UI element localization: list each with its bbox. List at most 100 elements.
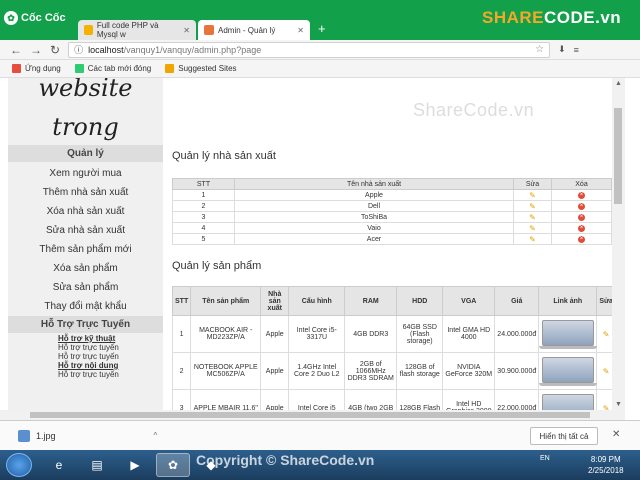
chevron-up-icon[interactable]: ^ <box>154 431 158 440</box>
support-link-online[interactable]: Hỗ trợ trực tuyến <box>58 344 119 352</box>
tab-favicon-icon <box>84 25 93 35</box>
col-header: HDD <box>396 286 444 316</box>
col-header: Nhà sản xuất <box>260 286 290 316</box>
bookmark-label: Các tab mới đóng <box>87 64 152 73</box>
reload-icon[interactable]: ↻ <box>50 43 60 57</box>
edit-pencil-icon[interactable]: ✎ <box>529 235 536 244</box>
apps-grid-icon <box>12 64 21 73</box>
bookmark-suggested[interactable]: Suggested Sites <box>165 64 237 73</box>
table-row: 3 ToShiBa ✎ × <box>172 211 612 223</box>
sidebar-link-delete-product[interactable]: Xóa sản phẩm <box>8 263 163 274</box>
table-row: 4 Vaio ✎ × <box>172 222 612 234</box>
edit-pencil-icon[interactable]: ✎ <box>529 191 536 200</box>
support-link-online[interactable]: Hỗ trợ trực tuyến <box>58 353 119 361</box>
edit-pencil-icon[interactable]: ✎ <box>529 213 536 222</box>
sidebar-link-edit-maker[interactable]: Sửa nhà sản xuất <box>8 225 163 236</box>
sidebar-link-add-product[interactable]: Thêm sản phẩm mới <box>8 244 163 255</box>
browser-brand[interactable]: ✿ Cốc Cốc <box>4 8 74 28</box>
tray-language[interactable]: EN <box>540 455 550 462</box>
col-header: Sửa <box>596 286 612 316</box>
edit-pencil-icon[interactable]: ✎ <box>529 224 536 233</box>
sidebar-header-manage: Quản lý <box>8 145 163 162</box>
cell-maker: Apple <box>260 389 290 410</box>
close-tab-icon[interactable]: ✕ <box>297 26 304 35</box>
table-row: 2 NOTEBOOK APPLE MC506ZP/A Apple 1.4GHz … <box>171 352 612 390</box>
cell-stt: 3 <box>171 389 192 410</box>
cell-stt: 1 <box>172 189 235 201</box>
bookmark-apps[interactable]: Ứng dụng <box>12 64 61 73</box>
info-icon[interactable]: ⓘ <box>74 43 83 56</box>
ie-taskbar-icon[interactable]: e <box>42 453 76 477</box>
menu-icon[interactable]: ≡ <box>574 45 579 55</box>
horizontal-scrollbar[interactable] <box>0 410 625 420</box>
download-bar: 1.jpg ^ Hiển thị tất cả ✕ <box>0 420 640 450</box>
col-header: Sửa <box>513 178 552 190</box>
browser-brand-label: Cốc Cốc <box>21 12 66 24</box>
explorer-taskbar-icon[interactable]: ▤ <box>80 453 114 477</box>
new-tab-icon[interactable]: + <box>318 21 326 36</box>
edit-pencil-icon[interactable]: ✎ <box>603 330 610 339</box>
bookmark-recent-tabs[interactable]: Các tab mới đóng <box>74 64 152 73</box>
download-file-name[interactable]: 1.jpg <box>36 431 56 441</box>
cell-maker-name: Apple <box>234 189 514 201</box>
taskbar-clock[interactable]: 8:09 PM 2/25/2018 <box>588 454 624 476</box>
extension-icon[interactable]: ⬇ <box>558 44 566 55</box>
url-field[interactable]: ⓘ localhost/vanquy1/vanquy/admin.php?pag… <box>68 41 551 58</box>
delete-x-icon[interactable]: × <box>578 192 585 199</box>
show-all-button[interactable]: Hiển thị tất cả <box>530 427 598 445</box>
copyright-watermark: Copyright © ShareCode.vn <box>196 452 375 468</box>
makers-title: Quản lý nhà sản xuất <box>172 150 276 162</box>
scroll-thumb[interactable] <box>614 108 622 204</box>
delete-x-icon[interactable]: × <box>578 214 585 221</box>
cell-cpu: Intel Core i5 <box>288 389 346 410</box>
cell-stt: 4 <box>172 222 235 234</box>
cell-vga: Intel GMA HD 4000 <box>442 315 496 353</box>
delete-x-icon[interactable]: × <box>578 236 585 243</box>
support-link-content[interactable]: Hỗ trợ nội dung <box>58 362 118 370</box>
cell-stt: 2 <box>171 352 192 390</box>
bookmark-star-icon[interactable]: ☆ <box>535 44 544 55</box>
close-icon[interactable]: ✕ <box>612 429 620 440</box>
cell-price: 24.000.000đ <box>494 315 540 353</box>
main-content: ShareCode.vn Quản lý nhà sản xuất STT Tê… <box>170 78 612 410</box>
col-header: STT <box>172 178 235 190</box>
support-link-technical[interactable]: Hỗ trợ kỹ thuật <box>58 335 115 343</box>
media-player-taskbar-icon[interactable]: ▶ <box>118 453 152 477</box>
start-button[interactable] <box>6 453 32 477</box>
sidebar-link-change-password[interactable]: Thay đổi mật khẩu <box>8 301 163 312</box>
vertical-scrollbar[interactable]: ▲ ▼ <box>612 78 625 410</box>
coccoc-logo-icon: ✿ <box>4 11 18 25</box>
edit-pencil-icon[interactable]: ✎ <box>529 202 536 211</box>
cell-hdd: 128GB Flash <box>396 389 444 410</box>
tab-full-code[interactable]: Full code PHP và Mysql w ✕ <box>78 20 196 40</box>
cell-product-name: NOTEBOOK APPLE MC506ZP/A <box>190 352 262 390</box>
table-row: 1 Apple ✎ × <box>172 189 612 201</box>
sidebar-link-edit-product[interactable]: Sửa sản phẩm <box>8 282 163 293</box>
products-table: STT Tên sản phẩm Nhà sản xuất Cấu hình R… <box>171 286 612 410</box>
close-tab-icon[interactable]: ✕ <box>183 26 190 35</box>
delete-x-icon[interactable]: × <box>578 203 585 210</box>
clock-time: 8:09 PM <box>590 455 621 464</box>
scroll-thumb[interactable] <box>30 412 590 418</box>
site-script-title: trong <box>52 113 119 141</box>
scroll-up-icon[interactable]: ▲ <box>615 80 622 87</box>
bookmarks-bar: Ứng dụng Các tab mới đóng Suggested Site… <box>0 60 640 78</box>
forward-icon[interactable]: → <box>30 43 42 57</box>
col-header: Tên nhà sản xuất <box>234 178 514 190</box>
tab-admin[interactable]: Admin - Quản lý ✕ <box>198 20 310 40</box>
edit-pencil-icon[interactable]: ✎ <box>603 367 610 376</box>
sidebar-link-delete-maker[interactable]: Xóa nhà sản xuất <box>8 206 163 217</box>
scroll-down-icon[interactable]: ▼ <box>615 401 622 408</box>
sidebar-link-view-buyers[interactable]: Xem người mua <box>8 168 163 179</box>
product-image <box>538 357 597 386</box>
products-title: Quản lý sản phẩm <box>172 260 262 272</box>
support-link-online[interactable]: Hỗ trợ trực tuyến <box>58 371 119 379</box>
sidebar-link-add-maker[interactable]: Thêm nhà sản xuất <box>8 187 163 198</box>
address-bar: ← → ↻ ⓘ localhost/vanquy1/vanquy/admin.p… <box>0 40 640 60</box>
coccoc-taskbar-icon[interactable]: ✿ <box>156 453 190 477</box>
back-icon[interactable]: ← <box>10 43 22 57</box>
cell-product-name: MACBOOK AIR - MD223ZP/A <box>190 315 262 353</box>
delete-x-icon[interactable]: × <box>578 225 585 232</box>
table-row: 1 MACBOOK AIR - MD223ZP/A Apple Intel Co… <box>171 315 612 353</box>
site-script-title: website <box>38 78 133 102</box>
